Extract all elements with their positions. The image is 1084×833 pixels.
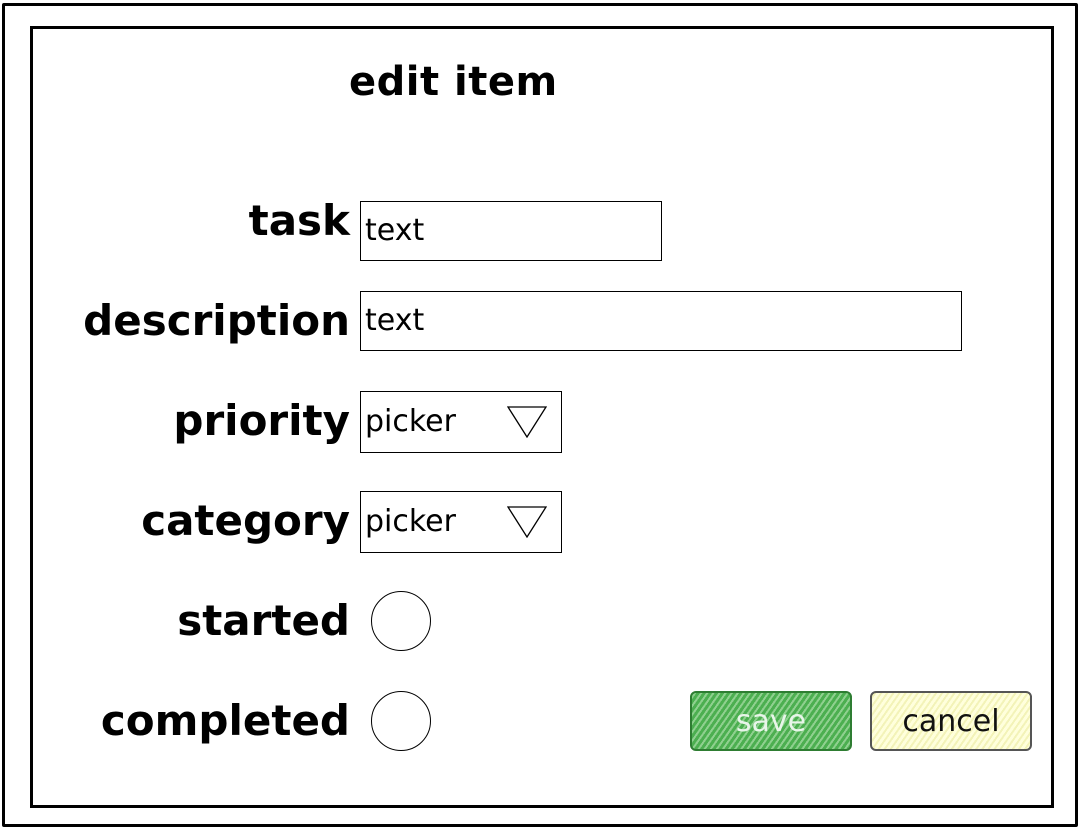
- started-label: started: [177, 596, 350, 645]
- chevron-down-icon[interactable]: [507, 506, 547, 538]
- description-label: description: [83, 296, 350, 345]
- chevron-down-icon[interactable]: [507, 406, 547, 438]
- cancel-button[interactable]: cancel: [870, 691, 1032, 751]
- save-button[interactable]: save: [690, 691, 852, 751]
- task-label: task: [248, 196, 350, 245]
- category-label: category: [141, 496, 350, 545]
- category-picker-value: picker: [365, 504, 456, 539]
- task-input[interactable]: text: [360, 201, 662, 261]
- dialog-title: edit item: [349, 59, 558, 105]
- priority-label: priority: [173, 396, 350, 445]
- priority-picker[interactable]: picker: [360, 391, 562, 453]
- description-input[interactable]: text: [360, 291, 962, 351]
- started-checkbox[interactable]: [371, 591, 431, 651]
- completed-checkbox[interactable]: [371, 691, 431, 751]
- completed-label: completed: [100, 696, 350, 745]
- category-picker[interactable]: picker: [360, 491, 562, 553]
- priority-picker-value: picker: [365, 404, 456, 439]
